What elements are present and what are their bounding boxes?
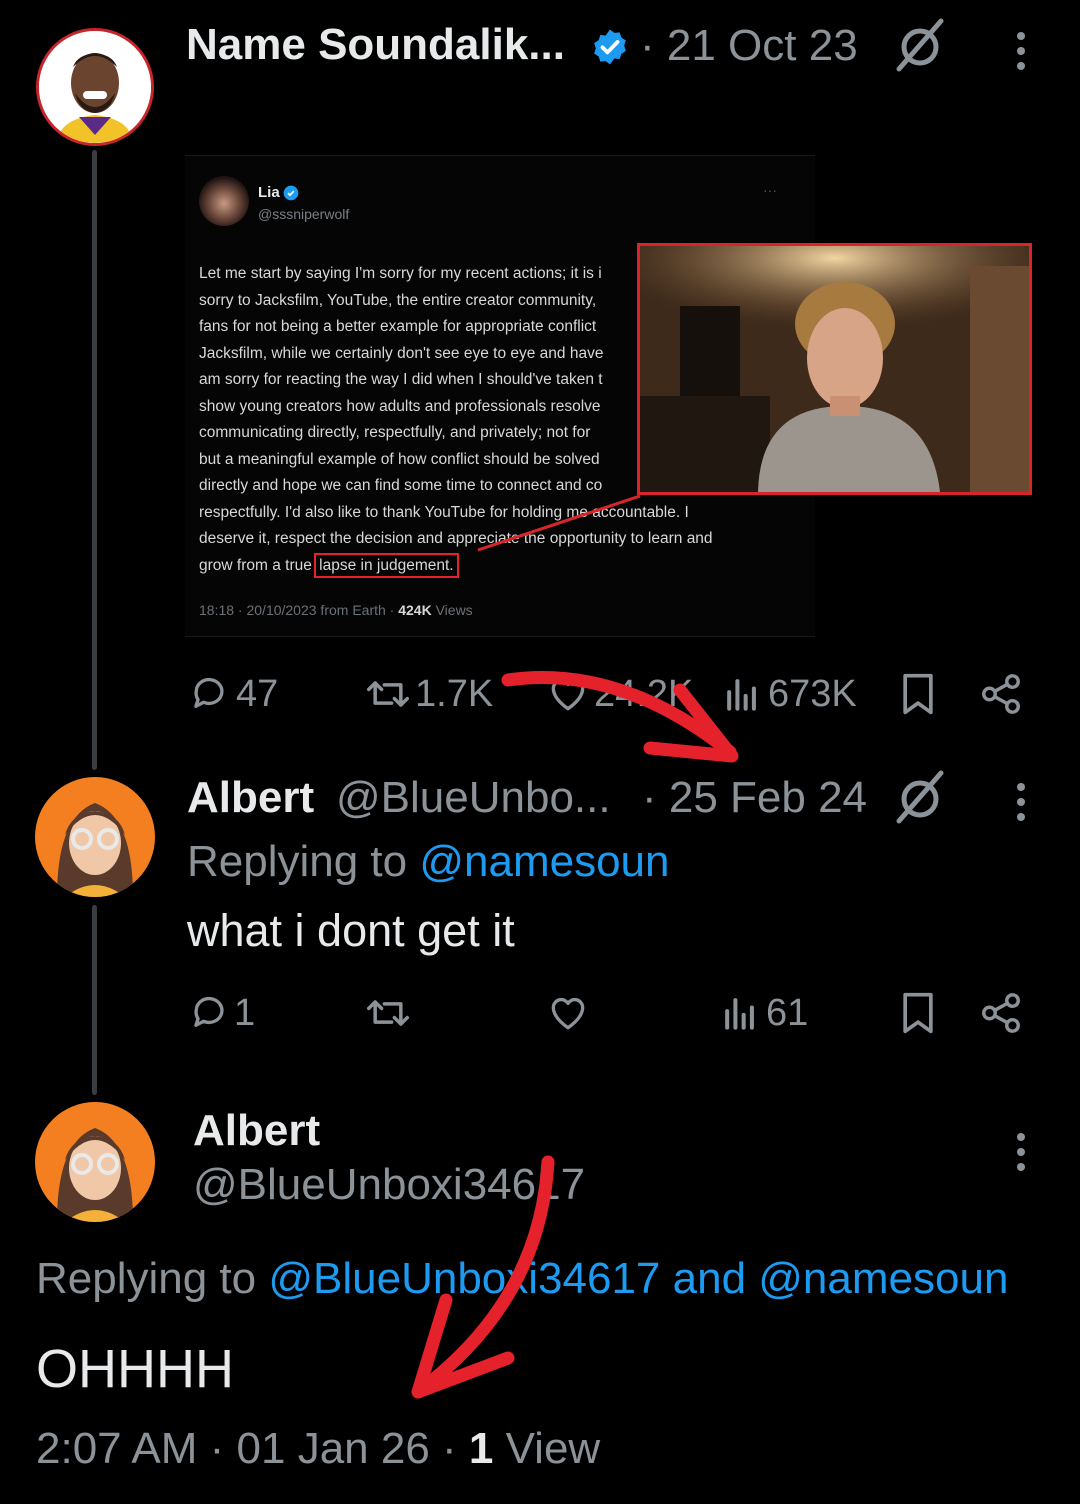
- tweet-date[interactable]: · 25 Feb 24: [642, 773, 867, 823]
- more-icon[interactable]: [1015, 783, 1027, 821]
- views-count: 673K: [768, 672, 857, 715]
- highlighted-phrase: lapse in judgement.: [314, 552, 459, 578]
- grok-icon[interactable]: [893, 769, 951, 827]
- author-handle[interactable]: @BlueUnbo...: [336, 773, 611, 823]
- thread-line: [92, 905, 97, 1095]
- reply-count: 1: [234, 991, 256, 1034]
- retweet-count: 1.7K: [415, 672, 494, 715]
- more-icon: ···: [763, 182, 777, 198]
- views-count: 61: [766, 991, 809, 1034]
- view-count: 1: [468, 1424, 494, 1473]
- like-button[interactable]: [546, 991, 590, 1035]
- reply-button[interactable]: 1: [188, 991, 255, 1035]
- like-icon: [551, 998, 585, 1030]
- retweet-icon: [367, 1000, 409, 1026]
- more-icon[interactable]: [1015, 32, 1027, 70]
- share-icon[interactable]: [978, 990, 1024, 1036]
- views-icon: [725, 998, 754, 1030]
- avatar: [199, 176, 249, 226]
- mention-link[interactable]: @BlueUnboxi34617 and @namesoun: [268, 1254, 1008, 1303]
- embed-footer: 18:18 · 20/10/2023 from Earth · 424K Vie…: [199, 602, 473, 618]
- retweet-icon: [367, 681, 409, 707]
- avatar[interactable]: [36, 28, 154, 146]
- bookmark-icon[interactable]: [896, 670, 940, 718]
- reply-icon: [194, 996, 224, 1027]
- retweet-button[interactable]: 1.7K: [363, 672, 493, 716]
- replying-label: Replying to: [187, 837, 420, 886]
- thread-line: [92, 150, 97, 770]
- reply-count: 47: [236, 672, 279, 715]
- avatar[interactable]: [35, 1102, 155, 1222]
- share-icon[interactable]: [978, 671, 1024, 717]
- author-name[interactable]: Albert: [193, 1106, 320, 1156]
- reply-button[interactable]: 47: [188, 672, 278, 716]
- embed-handle: @sssniperwolf: [258, 206, 350, 222]
- tweet-date[interactable]: · 21 Oct 23: [640, 21, 858, 71]
- bookmark-icon[interactable]: [896, 989, 940, 1037]
- embed-footer-time: 18:18 · 20/10/2023 from Earth ·: [199, 602, 399, 618]
- views-button[interactable]: 61: [718, 991, 808, 1035]
- annotation-connector: [477, 494, 641, 552]
- verified-icon: [283, 185, 299, 201]
- embed-line-prefix: grow from a true: [199, 556, 317, 574]
- tweet-text: OHHHH: [36, 1339, 234, 1399]
- retweet-button[interactable]: [363, 991, 413, 1035]
- grok-icon[interactable]: [893, 17, 951, 75]
- tweet-text: what i dont get it: [187, 905, 515, 956]
- avatar[interactable]: [35, 777, 155, 897]
- annotation-arrow: [411, 1155, 555, 1399]
- embed-footer-views-label: Views: [431, 602, 473, 618]
- replying-to: Replying to @namesoun: [187, 837, 670, 887]
- view-label: View: [493, 1424, 601, 1473]
- mention-link[interactable]: @namesoun: [419, 837, 669, 886]
- embed-footer-views: 424K: [398, 602, 432, 618]
- embed-author-name: Lia: [258, 184, 280, 201]
- author-name[interactable]: Name Soundalik...: [186, 20, 565, 70]
- reply-icon: [194, 677, 224, 708]
- tweet-time: 2:07 AM · 01 Jan 26 ·: [36, 1424, 469, 1473]
- tweet-timestamp: 2:07 AM · 01 Jan 26 · 1 View: [36, 1424, 600, 1474]
- author-name[interactable]: Albert: [187, 773, 314, 823]
- more-icon[interactable]: [1015, 1133, 1027, 1171]
- video-thumbnail: [637, 243, 1032, 495]
- replying-label: Replying to: [36, 1254, 269, 1303]
- verified-icon: [594, 29, 626, 65]
- annotation-arrow: [501, 671, 739, 763]
